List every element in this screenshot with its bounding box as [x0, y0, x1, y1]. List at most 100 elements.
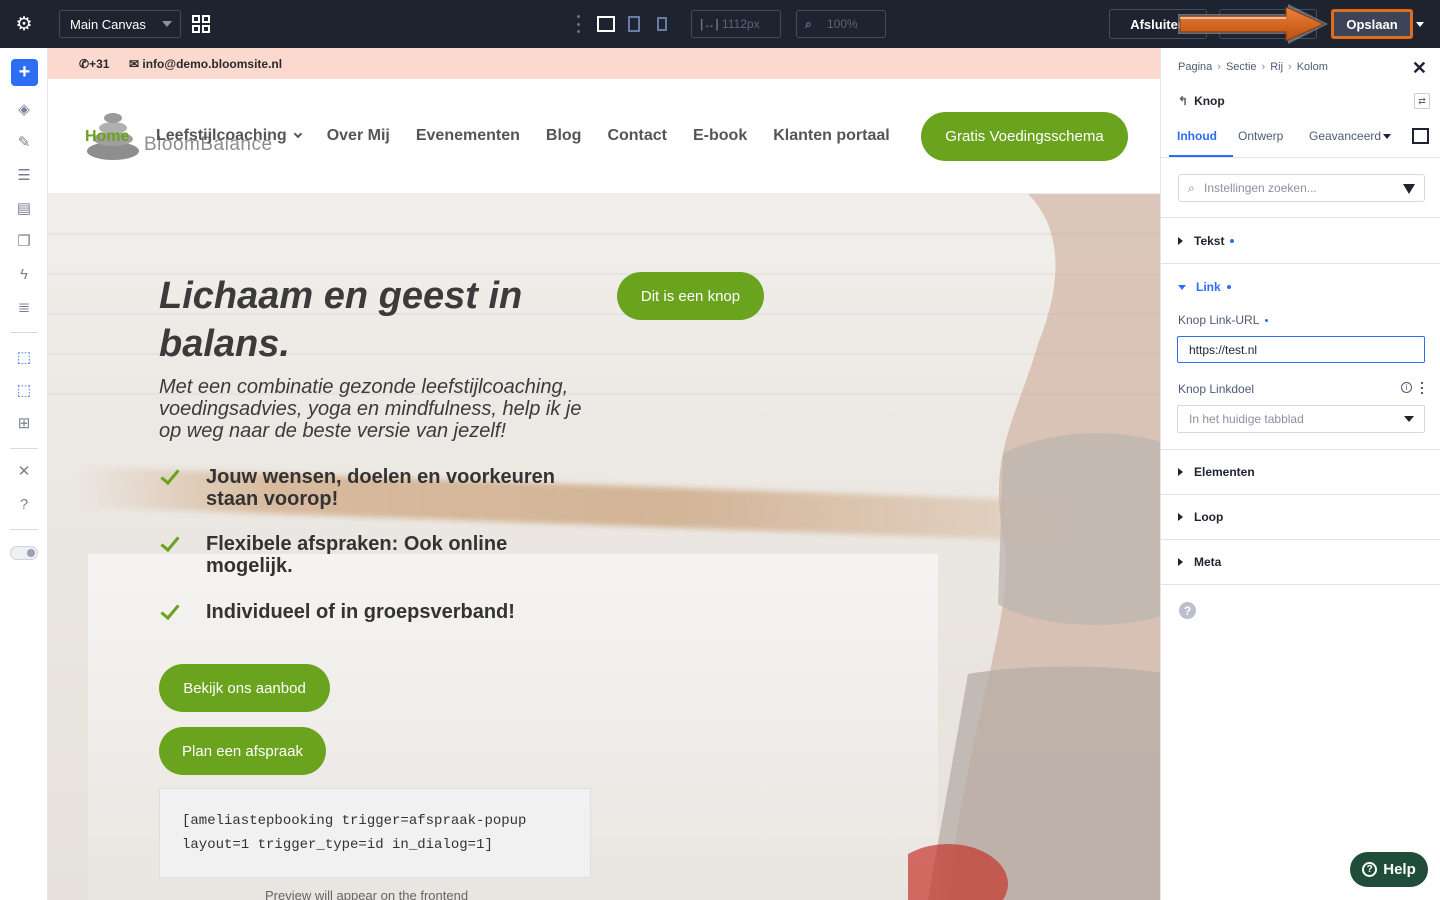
- tab-inhoud[interactable]: Inhoud: [1177, 129, 1217, 143]
- query-icon[interactable]: ⊞: [14, 413, 34, 433]
- theme-toggle[interactable]: [10, 546, 38, 560]
- section-loop-header[interactable]: Loop: [1178, 510, 1223, 524]
- breadcrumb-item[interactable]: Sectie: [1226, 61, 1257, 73]
- section-label: Tekst: [1194, 234, 1225, 248]
- nav-item-leefstijlcoaching[interactable]: Leefstijlcoaching: [156, 127, 302, 145]
- cta-button[interactable]: Gratis Voedingsschema: [921, 112, 1128, 161]
- nav-item-evenementen[interactable]: Evenementen: [416, 127, 520, 145]
- link-url-input[interactable]: https://test.nl: [1177, 336, 1425, 363]
- back-icon[interactable]: ↰: [1178, 94, 1188, 108]
- canvas-width-input[interactable]: |↔| 1112px: [691, 10, 781, 38]
- tablet-icon[interactable]: [628, 16, 640, 32]
- settings-gear-icon[interactable]: ⚙: [0, 0, 48, 48]
- question-icon[interactable]: ?: [1179, 602, 1196, 619]
- section-meta-header[interactable]: Meta: [1178, 555, 1221, 569]
- divider: [10, 332, 38, 333]
- pages-icon[interactable]: ❐: [14, 231, 34, 251]
- template-icon[interactable]: ≣: [14, 297, 34, 317]
- tools-icon[interactable]: ✕: [14, 461, 34, 481]
- tab-ontwerp[interactable]: Ontwerp: [1238, 129, 1283, 143]
- more-vertical-icon[interactable]: [1420, 382, 1424, 394]
- checkmark-icon: [160, 599, 180, 621]
- zoom-input[interactable]: ⌕ 100%: [796, 10, 886, 38]
- tab-label: Geavanceerd: [1309, 129, 1382, 143]
- desktop-icon[interactable]: [597, 16, 615, 32]
- link-target-select[interactable]: In het huidige tabblad: [1177, 405, 1425, 433]
- mobile-icon[interactable]: [657, 17, 667, 31]
- breadcrumb-item[interactable]: Pagina: [1178, 61, 1212, 73]
- close-icon[interactable]: ✕: [1412, 58, 1427, 79]
- breadcrumb-separator-icon: ›: [1217, 61, 1221, 73]
- nav-item-blog[interactable]: Blog: [546, 127, 582, 145]
- section-tekst-header[interactable]: Tekst: [1178, 234, 1235, 248]
- canvas-select[interactable]: Main Canvas: [59, 10, 181, 38]
- settings-search-input[interactable]: ⌕ Instellingen zoeken...: [1178, 174, 1425, 202]
- knop-button[interactable]: Dit is een knop: [617, 272, 764, 320]
- divider: [10, 529, 38, 530]
- breadcrumb-separator-icon: ›: [1261, 61, 1266, 73]
- checkmark-icon: [160, 531, 180, 553]
- chevron-down-icon: [1383, 134, 1392, 139]
- breadcrumb-item[interactable]: Kolom: [1297, 61, 1328, 73]
- database-icon[interactable]: ☰: [14, 165, 34, 185]
- breadcrumb-item[interactable]: Rij: [1270, 61, 1283, 73]
- info-icon[interactable]: i: [1401, 382, 1412, 393]
- element-select-icon[interactable]: ⬚: [14, 347, 34, 367]
- breadcrumb-separator-icon: ›: [1288, 61, 1292, 73]
- nav-item-over-mij[interactable]: Over Mij: [327, 127, 390, 145]
- section-elementen: Elementen: [1161, 450, 1440, 495]
- chevron-down-icon: [1178, 284, 1186, 290]
- book-appointment-button[interactable]: Plan een afspraak: [159, 727, 326, 775]
- layers-icon[interactable]: ◈: [14, 99, 34, 119]
- hero-title: Lichaam en geest in balans.: [159, 275, 523, 365]
- hero-section: Lichaam en geest in balans. Met een comb…: [48, 194, 1160, 900]
- modified-dot: [1226, 285, 1231, 289]
- email-text[interactable]: ✉ info@demo.bloomsite.nl: [129, 57, 282, 71]
- section-label: Loop: [1194, 510, 1224, 524]
- zoom-icon: ⌕: [805, 17, 812, 31]
- chevron-down-icon: [1404, 416, 1414, 422]
- lightning-icon[interactable]: ϟ: [14, 264, 34, 284]
- save-options-chevron-icon[interactable]: [1413, 10, 1427, 38]
- nav-item-e-book[interactable]: E-book: [693, 127, 747, 145]
- element-select-alt-icon[interactable]: ⬚: [14, 380, 34, 400]
- add-icon[interactable]: +: [11, 59, 38, 86]
- view-offer-button[interactable]: Bekijk ons aanbod: [159, 664, 330, 712]
- woman-photo: [908, 194, 1160, 900]
- phone-text[interactable]: ✆+31: [79, 57, 109, 71]
- tab-geavanceerd[interactable]: Geavanceerd: [1309, 129, 1392, 143]
- help-label: Help: [1383, 861, 1416, 878]
- link-target-label: Knop Linkdoel: [1178, 382, 1255, 396]
- form-icon[interactable]: ▤: [14, 198, 34, 218]
- nav-home[interactable]: Home: [85, 128, 129, 146]
- nav-item-contact[interactable]: Contact: [607, 127, 667, 145]
- panel-tabs: Inhoud Ontwerp Geavanceerd: [1161, 122, 1440, 158]
- shortcode-line: [ameliastepbooking trigger=afspraak-popu…: [182, 813, 527, 829]
- breadcrumb: Pagina › Sectie › Rij › Kolom: [1178, 61, 1328, 73]
- element-settings-icon[interactable]: ⇄: [1414, 93, 1430, 109]
- save-button[interactable]: Opslaan: [1331, 9, 1413, 39]
- chevron-right-icon: [1178, 468, 1183, 476]
- filter-icon[interactable]: [1403, 184, 1415, 194]
- element-title: ↰ Knop: [1178, 94, 1225, 108]
- brush-icon[interactable]: ✎: [14, 132, 34, 152]
- section-elementen-header[interactable]: Elementen: [1178, 465, 1255, 479]
- checkmark-icon: [160, 464, 180, 486]
- active-tab-indicator: [1169, 155, 1233, 157]
- list-item: Flexibele afspraken: Ook online mogelijk…: [159, 531, 599, 577]
- grid-icon[interactable]: [192, 15, 210, 33]
- square-icon[interactable]: [1412, 128, 1429, 144]
- more-vertical-icon[interactable]: [575, 15, 581, 33]
- search-placeholder: Instellingen zoeken...: [1204, 181, 1317, 195]
- modified-dot: [1265, 318, 1269, 322]
- canvas-width-value: 1112px: [722, 17, 760, 31]
- section-link-header[interactable]: Link: [1178, 280, 1231, 294]
- help-button[interactable]: ? Help: [1350, 852, 1428, 887]
- nav-item-klanten-portaal[interactable]: Klanten portaal: [773, 127, 889, 145]
- search-icon: ⌕: [1188, 181, 1195, 195]
- help-icon[interactable]: ?: [14, 494, 34, 514]
- list-item-text: Individueel of in groepsverband!: [206, 601, 515, 623]
- canvas-select-label: Main Canvas: [70, 16, 146, 32]
- left-sidebar: + ◈ ✎ ☰ ▤ ❐ ϟ ≣ ⬚ ⬚ ⊞ ✕ ?: [0, 48, 48, 900]
- section-loop: Loop: [1161, 495, 1440, 540]
